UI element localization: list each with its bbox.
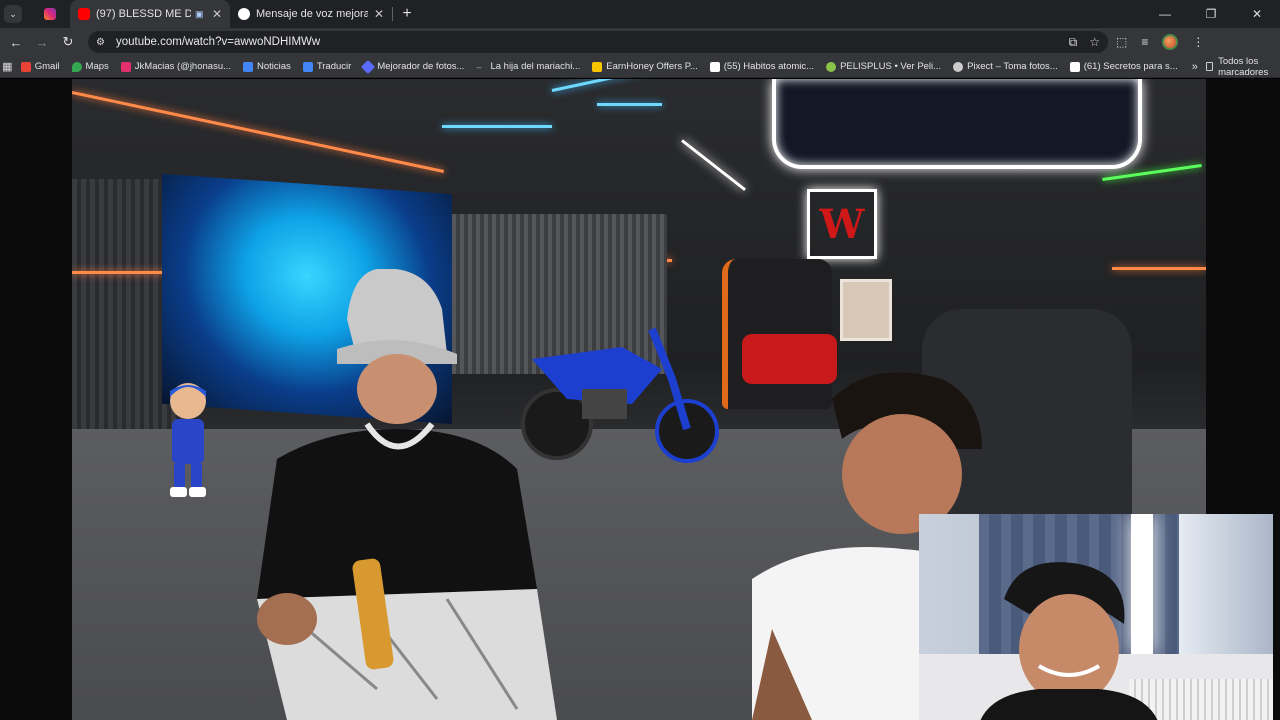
play-icon (826, 61, 837, 72)
bookmark-gmail[interactable]: Gmail (15, 61, 66, 72)
orange-neon-strip (72, 271, 172, 274)
reload-icon[interactable]: ↻ (56, 34, 80, 50)
person-black-shirt (257, 269, 557, 720)
restore-icon[interactable]: ❐ (1188, 7, 1234, 21)
notion-icon (709, 61, 720, 72)
youtube-icon (78, 8, 90, 20)
bookmarks-bar: ▦ Gmail Maps JkMacias (@jhonasu... Notic… (0, 56, 1280, 78)
tab-voice-message[interactable]: Mensaje de voz mejorado ✕ (230, 0, 392, 28)
notion-icon (1069, 61, 1080, 72)
all-bookmarks-folder[interactable]: Todos los marcadores (1205, 56, 1280, 78)
blue-neon-strip (442, 125, 552, 128)
blue-neon-strip (597, 103, 662, 106)
more-menu-icon[interactable]: ⋮ (1192, 35, 1204, 49)
tab-title: (97) BLESSD ME DIJO QUE (96, 8, 191, 20)
chevron-down-icon: ⌄ (9, 8, 17, 19)
instagram-icon (44, 8, 56, 20)
bookmark-pixect[interactable]: Pixect – Toma fotos... (947, 61, 1064, 72)
folder-icon (1205, 62, 1214, 71)
bookmark-habitos[interactable]: (55) Habitos atomic... (704, 61, 820, 72)
bookmark-star-icon[interactable]: ☆ (1089, 35, 1100, 50)
neon-logo-sign: W (807, 189, 877, 259)
bookmark-pelisplus[interactable]: PELISPLUS • Ver Peli... (820, 61, 947, 72)
bookmark-instagram[interactable]: JkMacias (@jhonasu... (115, 61, 237, 72)
address-bar[interactable]: ⚙ youtube.com/watch?v=awwoNDHIMWw ⧉ ☆ (88, 31, 1108, 53)
pixect-icon (953, 61, 964, 72)
tab-close-icon[interactable]: ✕ (368, 7, 384, 21)
tab-search-button[interactable]: ⌄ (4, 5, 22, 23)
ceiling-led-frame (772, 79, 1142, 169)
bookmark-mariachi[interactable]: – La hija del mariachi... (470, 61, 586, 72)
bookmarks-overflow-chevron[interactable]: » (1184, 61, 1206, 73)
install-app-icon[interactable]: ⧉ (1069, 35, 1078, 50)
site-info-icon[interactable]: ⚙ (96, 37, 110, 48)
white-neon-strip (681, 139, 746, 191)
extensions-icon[interactable]: ⬚ (1116, 35, 1127, 49)
minimize-icon[interactable]: — (1142, 7, 1188, 21)
apps-grid-icon[interactable]: ▦ (0, 60, 15, 73)
forward-icon[interactable]: → (30, 35, 54, 50)
bookmark-earnhoney[interactable]: EarnHoney Offers P... (586, 61, 704, 72)
gmail-icon (20, 61, 31, 72)
browser-toolbar: ← → ↻ ⚙ youtube.com/watch?v=awwoNDHIMWw … (0, 28, 1280, 56)
webcam-overlay (919, 514, 1273, 720)
bookmark-translate[interactable]: Traducir (297, 61, 358, 72)
bookmark-maps[interactable]: Maps (66, 61, 115, 72)
instagram-icon (120, 61, 131, 72)
bookmark-secretos[interactable]: (61) Secretos para s... (1064, 61, 1184, 72)
blue-neon-strip (551, 79, 660, 92)
tab-instagram[interactable] (30, 0, 70, 28)
tab-title: Mensaje de voz mejorado (256, 8, 368, 20)
close-icon[interactable]: ✕ (1234, 7, 1280, 21)
tab-strip: ⌄ (97) BLESSD ME DIJO QUE ▣ ✕ Mensaje de… (0, 0, 1280, 28)
photo-enhancer-icon (361, 59, 376, 74)
window-controls: — ❐ ✕ (1142, 7, 1280, 21)
back-icon[interactable]: ← (4, 35, 28, 50)
bookmark-news[interactable]: Noticias (237, 61, 297, 72)
video-viewport: W (0, 79, 1280, 720)
media-controls-icon[interactable]: ≡ (1141, 35, 1148, 49)
news-icon (243, 61, 254, 72)
new-tab-button[interactable]: + (393, 5, 421, 23)
audio-playing-icon[interactable]: ▣ (195, 9, 204, 20)
url-text[interactable]: youtube.com/watch?v=awwoNDHIMWw (116, 36, 320, 48)
streamer-person (980, 562, 1158, 720)
translate-icon (302, 61, 313, 72)
earnhoney-icon (592, 61, 603, 72)
page-icon (238, 8, 250, 20)
tab-close-icon[interactable]: ✕ (206, 7, 222, 21)
tab-youtube-video[interactable]: (97) BLESSD ME DIJO QUE ▣ ✕ (70, 0, 230, 28)
profile-avatar[interactable] (1162, 34, 1179, 50)
bookmark-photo-enhancer[interactable]: Mejorador de fotos... (357, 59, 470, 74)
orange-neon-strip (1112, 267, 1206, 270)
framed-poster (840, 279, 892, 341)
page-icon: – (476, 61, 482, 72)
maps-icon (71, 61, 82, 72)
orange-neon-strip (72, 91, 445, 173)
toy-figurine (170, 383, 206, 497)
